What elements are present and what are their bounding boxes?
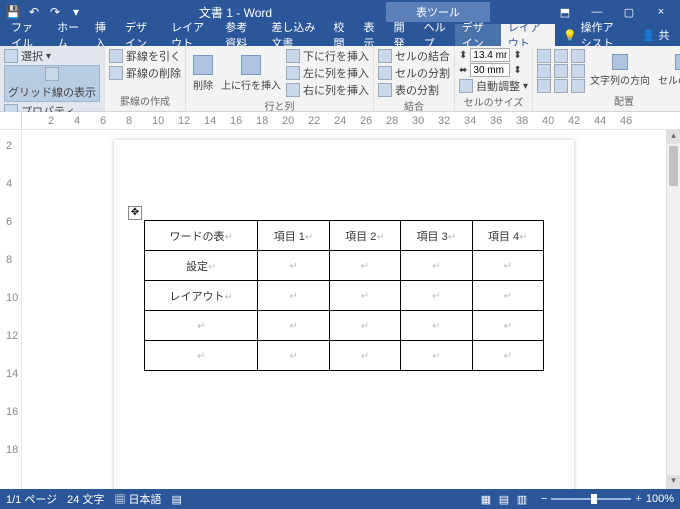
share-button[interactable]: 👤 共有	[632, 24, 680, 46]
tab-table-design[interactable]: デザイン	[455, 24, 501, 46]
text-direction-button[interactable]: 文字列の方向	[587, 48, 653, 93]
maximize-icon[interactable]: ▢	[614, 6, 644, 19]
tab-references[interactable]: 参考資料	[218, 24, 264, 46]
table-cell[interactable]: ↵	[472, 311, 543, 341]
select-button[interactable]: 選択 ▾	[4, 48, 100, 64]
document-title: 文書 1 - Word	[85, 4, 386, 21]
scroll-thumb[interactable]	[669, 146, 678, 186]
table-cell[interactable]: 項目 1↵	[258, 221, 329, 251]
view-gridlines-button[interactable]: グリッド線の表示	[4, 65, 100, 102]
table-cell[interactable]: レイアウト↵	[145, 281, 258, 311]
table-cell[interactable]: ↵	[401, 281, 472, 311]
insert-left-button[interactable]: 左に列を挿入	[286, 65, 369, 81]
horizontal-ruler[interactable]: 2468101214161820222426283032343638404244…	[22, 112, 680, 129]
table-cell[interactable]: ↵	[329, 281, 400, 311]
autofit-button[interactable]: 自動調整 ▾	[459, 78, 528, 94]
zoom-slider[interactable]	[551, 498, 631, 500]
draw-border-button[interactable]: 罫線を引く	[109, 48, 181, 64]
table-cell[interactable]: ↵	[258, 311, 329, 341]
split-table-button[interactable]: 表の分割	[378, 82, 450, 98]
alignment-grid[interactable]	[537, 48, 585, 93]
table-cell[interactable]: ワードの表↵	[145, 221, 258, 251]
tab-mailings[interactable]: 差し込み文書	[264, 24, 326, 46]
close-icon[interactable]: ×	[646, 6, 676, 19]
tab-insert[interactable]: 挿入	[88, 24, 118, 46]
minimize-icon[interactable]: —	[582, 6, 612, 19]
vertical-scrollbar[interactable]: ▴ ▾	[666, 130, 680, 489]
table-cell[interactable]: ↵	[472, 281, 543, 311]
tab-home[interactable]: ホーム	[50, 24, 88, 46]
table-cell[interactable]: ↵	[329, 341, 400, 371]
zoom-level[interactable]: 100%	[646, 493, 674, 505]
merge-cells-button[interactable]: セルの結合	[378, 48, 450, 64]
document-canvas[interactable]: ✥ ワードの表↵ 項目 1↵ 項目 2↵ 項目 3↵ 項目 4↵ 設定↵ ↵ ↵…	[22, 130, 666, 489]
vertical-ruler[interactable]: 24681012141618	[0, 130, 22, 489]
table-cell[interactable]: 項目 4↵	[472, 221, 543, 251]
table-cell[interactable]: ↵	[145, 341, 258, 371]
table-move-handle[interactable]: ✥	[128, 206, 142, 220]
table-cell[interactable]: ↵	[258, 341, 329, 371]
group-cell-size: セルのサイズ	[459, 94, 528, 110]
ribbon-toggle-icon[interactable]: ⬒	[550, 6, 580, 19]
table-row: ワードの表↵ 項目 1↵ 項目 2↵ 項目 3↵ 項目 4↵	[145, 221, 544, 251]
table-row: レイアウト↵ ↵ ↵ ↵ ↵	[145, 281, 544, 311]
table-cell[interactable]: ↵	[472, 341, 543, 371]
tab-review[interactable]: 校閲	[327, 24, 357, 46]
table-cell[interactable]: 項目 3↵	[401, 221, 472, 251]
status-word-count[interactable]: 24 文字	[67, 491, 104, 507]
eraser-button[interactable]: 罫線の削除	[109, 65, 181, 81]
page: ✥ ワードの表↵ 項目 1↵ 項目 2↵ 項目 3↵ 項目 4↵ 設定↵ ↵ ↵…	[114, 140, 574, 489]
table-cell[interactable]: ↵	[401, 251, 472, 281]
row-height-input[interactable]: ⬍ ⬍	[459, 48, 528, 62]
table-cell[interactable]: ↵	[145, 311, 258, 341]
tell-me[interactable]: 💡 操作アシスト	[555, 24, 632, 46]
ruler-corner	[0, 112, 22, 129]
table-cell[interactable]: ↵	[258, 281, 329, 311]
status-macro-icon[interactable]: ▤	[172, 493, 182, 506]
table-cell[interactable]: ↵	[401, 341, 472, 371]
insert-above-button[interactable]: 上に行を挿入	[218, 48, 284, 98]
view-buttons[interactable]: ▦▤▥	[477, 493, 531, 506]
tab-developer[interactable]: 開発	[387, 24, 417, 46]
table-row: 設定↵ ↵ ↵ ↵ ↵	[145, 251, 544, 281]
zoom-in-button[interactable]: +	[635, 493, 641, 505]
scroll-down-icon[interactable]: ▾	[667, 475, 680, 489]
word-table[interactable]: ワードの表↵ 項目 1↵ 項目 2↵ 項目 3↵ 項目 4↵ 設定↵ ↵ ↵ ↵…	[144, 220, 544, 371]
group-draw: 罫線の作成	[109, 93, 181, 109]
col-width-input[interactable]: ⬌ ⬍	[459, 63, 528, 77]
status-language[interactable]: ▦ 日本語	[114, 491, 161, 507]
table-cell[interactable]: ↵	[472, 251, 543, 281]
split-cells-button[interactable]: セルの分割	[378, 65, 450, 81]
tab-design[interactable]: デザイン	[118, 24, 164, 46]
table-cell[interactable]: ↵	[329, 311, 400, 341]
delete-button[interactable]: 削除	[190, 48, 216, 98]
table-cell[interactable]: ↵	[329, 251, 400, 281]
group-alignment: 配置	[537, 93, 680, 109]
insert-right-button[interactable]: 右に列を挿入	[286, 82, 369, 98]
table-cell[interactable]: 設定↵	[145, 251, 258, 281]
zoom-out-button[interactable]: −	[541, 493, 547, 505]
tab-view[interactable]: 表示	[357, 24, 387, 46]
table-cell[interactable]: ↵	[401, 311, 472, 341]
table-cell[interactable]: ↵	[258, 251, 329, 281]
tab-layout[interactable]: レイアウト	[164, 24, 218, 46]
table-row: ↵ ↵ ↵ ↵ ↵	[145, 341, 544, 371]
tab-table-layout[interactable]: レイアウト	[501, 24, 555, 46]
scroll-up-icon[interactable]: ▴	[667, 130, 680, 144]
table-row: ↵ ↵ ↵ ↵ ↵	[145, 311, 544, 341]
table-cell[interactable]: 項目 2↵	[329, 221, 400, 251]
cell-margins-button[interactable]: セルの配置	[655, 48, 680, 93]
tab-help[interactable]: ヘルプ	[417, 24, 455, 46]
tab-file[interactable]: ファイル	[4, 24, 50, 46]
status-page[interactable]: 1/1 ページ	[6, 491, 57, 507]
insert-below-button[interactable]: 下に行を挿入	[286, 48, 369, 64]
